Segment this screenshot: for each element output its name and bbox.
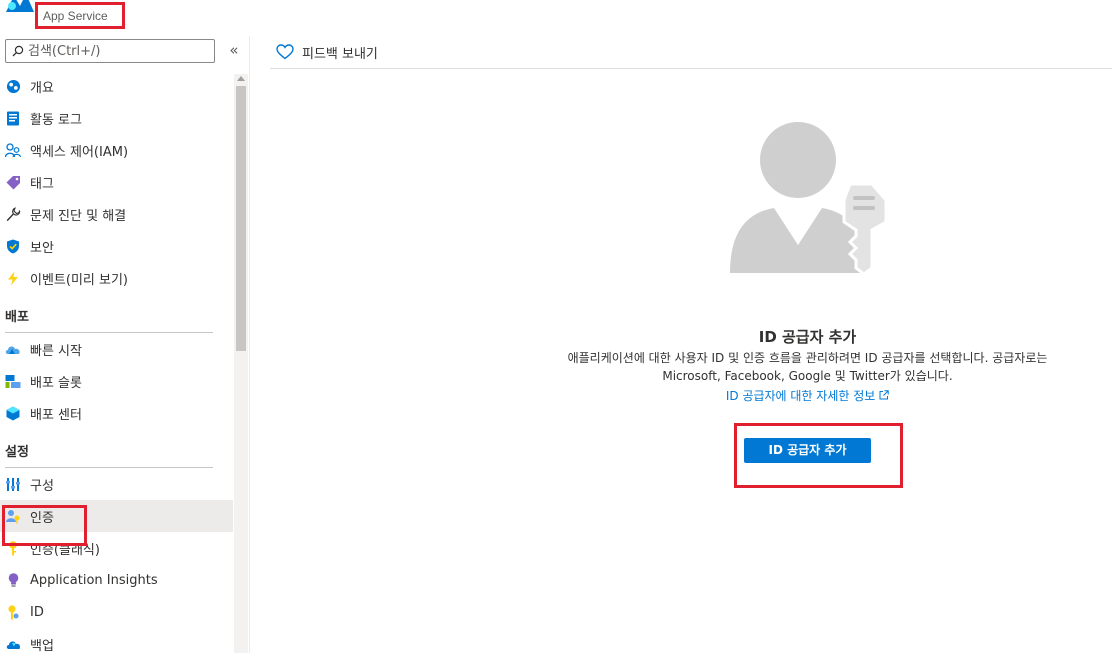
- nav-item-backup[interactable]: 백업: [0, 628, 233, 653]
- shield-icon: [5, 238, 21, 254]
- section-title-deploy: 배포: [5, 310, 29, 325]
- nav-item-quickstart[interactable]: 빠른 시작: [0, 333, 233, 365]
- nav-item-configuration[interactable]: 구성: [0, 468, 233, 500]
- external-link-icon: [879, 390, 889, 400]
- nav-item-label: 배포 센터: [30, 407, 82, 423]
- backup-cloud-icon: [5, 636, 21, 652]
- collapse-nav-button[interactable]: «: [226, 41, 242, 59]
- section-title-settings: 설정: [5, 445, 29, 460]
- nav-item-label: 액세스 제어(IAM): [30, 144, 129, 160]
- overview-icon: [5, 78, 21, 94]
- search-box[interactable]: [5, 39, 215, 63]
- nav-item-deployment-slots[interactable]: 배포 슬롯: [0, 365, 233, 397]
- empty-state-description: 애플리케이션에 대한 사용자 ID 및 인증 흐름을 관리하려면 ID 공급자를…: [520, 349, 1095, 385]
- resource-type-label: App Service: [43, 9, 108, 23]
- activity-log-icon: [5, 110, 21, 126]
- identity-provider-illustration: [730, 122, 888, 276]
- page-title-fragment: [190, 0, 250, 6]
- nav-item-label: ID: [30, 604, 44, 620]
- nav-item-label: 인증(클래식): [30, 542, 100, 558]
- lightning-icon: [5, 270, 21, 286]
- wrench-icon: [5, 206, 21, 222]
- key-icon: [5, 540, 21, 556]
- command-bar: 피드백 보내기: [270, 36, 1112, 69]
- heart-icon: [276, 44, 294, 60]
- learn-more-label: ID 공급자에 대한 자세한 정보: [725, 389, 876, 403]
- nav-item-activity-log[interactable]: 활동 로그: [0, 102, 233, 134]
- nav-item-access-control[interactable]: 액세스 제어(IAM): [0, 134, 233, 166]
- search-input[interactable]: [28, 43, 208, 59]
- search-icon: [12, 45, 24, 57]
- deployment-center-icon: [5, 405, 21, 421]
- scroll-up-arrow-icon[interactable]: [237, 76, 245, 81]
- nav-item-identity[interactable]: ID: [0, 596, 233, 628]
- configuration-icon: [5, 476, 21, 492]
- nav-item-label: 백업: [30, 638, 54, 653]
- nav-scrollbar[interactable]: [234, 74, 248, 653]
- empty-state-title: ID 공급자 추가: [758, 328, 857, 346]
- nav-item-tags[interactable]: 태그: [0, 166, 233, 198]
- send-feedback-button[interactable]: 피드백 보내기: [276, 43, 378, 62]
- lightbulb-icon: [5, 572, 21, 588]
- nav-item-label: 구성: [30, 478, 54, 494]
- nav-item-deployment-center[interactable]: 배포 센터: [0, 397, 233, 429]
- authentication-icon: [5, 508, 21, 524]
- send-feedback-label: 피드백 보내기: [302, 46, 378, 62]
- nav-item-diagnose[interactable]: 문제 진단 및 해결: [0, 198, 233, 230]
- identity-key-icon: [5, 604, 21, 620]
- app-service-logo-icon: [6, 0, 34, 12]
- nav-item-events[interactable]: 이벤트(미리 보기): [0, 262, 233, 294]
- nav-item-label: 문제 진단 및 해결: [30, 208, 127, 224]
- left-nav: « 개요 활동 로그 액세스 제어(IAM) 태그: [0, 36, 250, 653]
- nav-item-application-insights[interactable]: Application Insights: [0, 564, 233, 596]
- nav-item-label: 배포 슬롯: [30, 375, 82, 391]
- learn-more-link[interactable]: ID 공급자에 대한 자세한 정보: [600, 387, 1015, 404]
- empty-state-description-line: Microsoft, Facebook, Google 및 Twitter가 있…: [662, 369, 953, 383]
- deployment-slot-icon: [5, 373, 21, 389]
- nav-list: 개요 활동 로그 액세스 제어(IAM) 태그 문제 진단 및 해결 보안 이벤…: [0, 70, 233, 653]
- access-control-icon: [5, 142, 21, 158]
- nav-item-label: 인증: [30, 510, 54, 526]
- nav-item-overview[interactable]: 개요: [0, 70, 233, 102]
- nav-item-label: 활동 로그: [30, 112, 82, 128]
- add-identity-provider-button[interactable]: ID 공급자 추가: [744, 438, 871, 463]
- nav-item-label: 태그: [30, 176, 54, 192]
- tag-icon: [5, 174, 21, 190]
- nav-item-label: 이벤트(미리 보기): [30, 272, 128, 288]
- nav-item-label: 빠른 시작: [30, 343, 82, 359]
- nav-item-authentication[interactable]: 인증: [0, 500, 233, 532]
- nav-item-authentication-classic[interactable]: 인증(클래식): [0, 532, 233, 564]
- empty-state-description-line: 애플리케이션에 대한 사용자 ID 및 인증 흐름을 관리하려면 ID 공급자를…: [567, 351, 1048, 365]
- nav-item-label: Application Insights: [30, 572, 158, 588]
- quickstart-icon: [5, 341, 21, 357]
- nav-item-security[interactable]: 보안: [0, 230, 233, 262]
- scroll-thumb[interactable]: [236, 86, 246, 351]
- nav-item-label: 개요: [30, 80, 54, 96]
- nav-item-label: 보안: [30, 240, 54, 256]
